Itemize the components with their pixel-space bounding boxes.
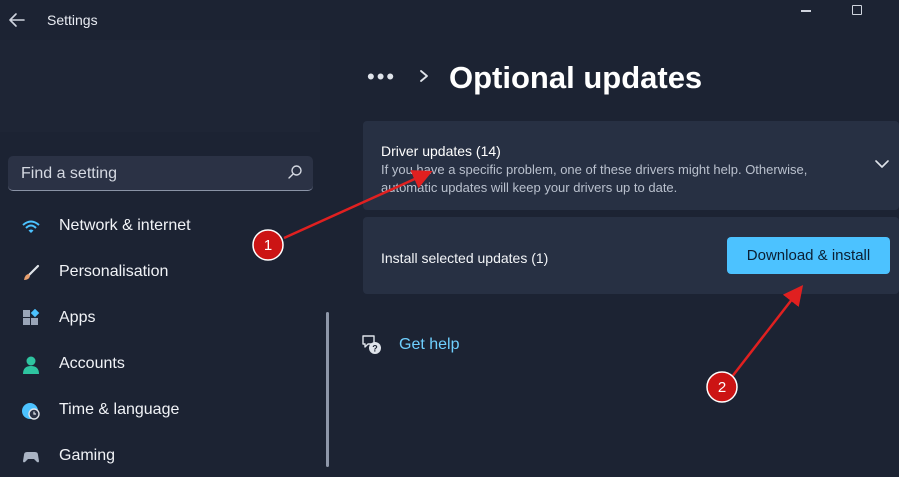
annotation-number-2: 2 (718, 379, 726, 396)
annotation-arrow-2 (730, 285, 804, 379)
annotation-overlay: 1 2 (252, 170, 804, 403)
annotation-arrow-1 (283, 170, 433, 240)
annotation-number-1: 1 (264, 237, 272, 254)
